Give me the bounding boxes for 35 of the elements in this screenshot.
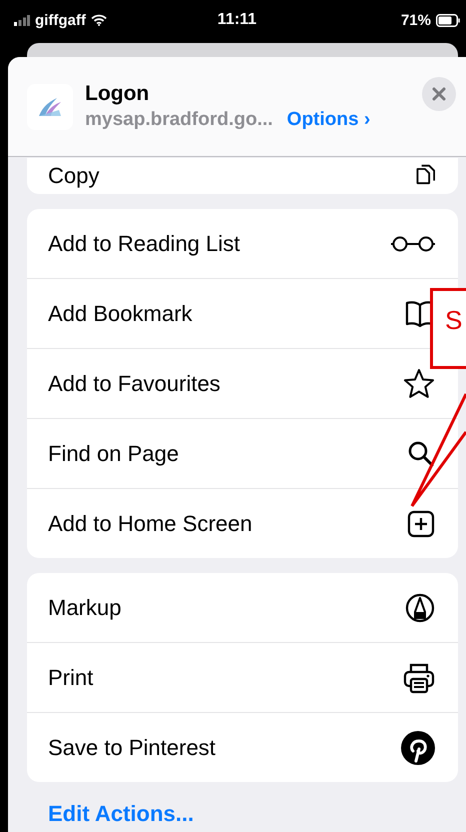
pinterest-icon — [401, 730, 435, 764]
close-icon — [432, 87, 446, 101]
site-icon — [27, 84, 73, 130]
printer-icon — [403, 662, 435, 694]
glasses-icon — [391, 236, 435, 252]
action-label: Copy — [48, 163, 100, 189]
action-label: Add to Reading List — [48, 230, 240, 256]
star-icon — [403, 368, 435, 400]
action-label: Find on Page — [48, 440, 179, 466]
action-row[interactable]: Copy — [27, 158, 458, 194]
page-url: mysap.bradford.go... — [85, 109, 273, 131]
close-button[interactable] — [422, 77, 456, 111]
battery-icon — [436, 14, 460, 26]
action-row[interactable]: Print — [27, 643, 458, 713]
action-label: Markup — [48, 594, 122, 620]
action-row[interactable]: Markup — [27, 573, 458, 643]
signal-icon — [14, 14, 30, 26]
page-title: Logon — [85, 82, 150, 106]
add-square-icon — [407, 510, 435, 538]
action-label: Add Bookmark — [48, 300, 192, 326]
options-link[interactable]: Options › — [286, 109, 370, 131]
action-row[interactable]: Find on Page — [27, 419, 458, 489]
action-row[interactable]: Add to Reading List — [27, 209, 458, 279]
action-label: Save to Pinterest — [48, 734, 216, 760]
pen-circle-icon — [405, 592, 435, 622]
search-icon — [407, 440, 435, 468]
action-label: Add to Home Screen — [48, 510, 252, 536]
carrier-name: giffgaff — [35, 12, 86, 28]
action-row[interactable]: Add to Home Screen — [27, 489, 458, 558]
wifi-icon — [90, 14, 107, 26]
action-label: Add to Favourites — [48, 370, 220, 396]
action-label: Print — [48, 664, 94, 690]
action-row[interactable]: Save to Pinterest — [27, 713, 458, 782]
battery-percent: 71% — [400, 12, 431, 28]
clock-time: 11:11 — [217, 11, 257, 29]
